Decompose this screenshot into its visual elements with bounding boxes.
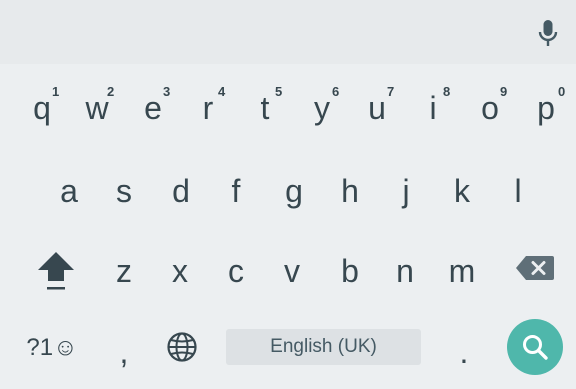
key-label: u: [368, 90, 386, 126]
key-label: o: [481, 90, 499, 126]
key-q[interactable]: 1 q: [22, 85, 62, 131]
key-label: d: [172, 173, 190, 209]
key-hint: 0: [558, 84, 566, 99]
key-label: r: [202, 90, 214, 126]
key-label: s: [116, 173, 132, 209]
search-key[interactable]: [507, 319, 563, 375]
key-x[interactable]: x: [160, 248, 200, 294]
space-key[interactable]: English (UK): [226, 329, 421, 365]
period-label: .: [459, 334, 469, 370]
key-label: p: [537, 90, 555, 126]
key-label: c: [228, 253, 244, 289]
key-c[interactable]: c: [216, 248, 256, 294]
shift-arrow-icon: [38, 252, 74, 290]
key-label: k: [454, 173, 470, 209]
key-k[interactable]: k: [442, 168, 482, 214]
key-label: l: [514, 173, 522, 209]
key-hint: 8: [443, 84, 451, 99]
key-label: x: [172, 253, 188, 289]
globe-icon: [167, 332, 197, 362]
key-l[interactable]: l: [498, 168, 538, 214]
key-p[interactable]: 0 p: [526, 85, 566, 131]
comma-key[interactable]: ,: [106, 330, 142, 374]
key-d[interactable]: d: [161, 168, 201, 214]
key-label: e: [144, 90, 162, 126]
symbols-key[interactable]: ?1☺: [22, 326, 82, 370]
symbols-label: ?1☺: [26, 334, 78, 361]
space-label: English (UK): [270, 336, 377, 357]
key-hint: 7: [387, 84, 395, 99]
key-hint: 5: [275, 84, 283, 99]
key-label: z: [116, 253, 132, 289]
key-label: m: [448, 253, 476, 289]
key-b[interactable]: b: [330, 248, 370, 294]
comma-label: ,: [119, 334, 129, 370]
key-label: q: [33, 90, 51, 126]
key-h[interactable]: h: [330, 168, 370, 214]
backspace-icon: [516, 256, 554, 280]
key-f[interactable]: f: [216, 168, 256, 214]
key-label: g: [285, 173, 303, 209]
key-i[interactable]: 8 i: [413, 85, 453, 131]
key-w[interactable]: 2 w: [77, 85, 117, 131]
key-label: v: [284, 253, 300, 289]
key-label: t: [260, 90, 270, 126]
key-u[interactable]: 7 u: [357, 85, 397, 131]
shift-key[interactable]: [30, 245, 82, 295]
key-g[interactable]: g: [274, 168, 314, 214]
search-icon: [523, 335, 548, 360]
voice-input-key[interactable]: [530, 14, 566, 54]
key-s[interactable]: s: [104, 168, 144, 214]
key-j[interactable]: j: [386, 168, 426, 214]
key-o[interactable]: 9 o: [470, 85, 510, 131]
backspace-key[interactable]: [510, 250, 560, 286]
key-label: w: [85, 90, 109, 126]
key-t[interactable]: 5 t: [245, 85, 285, 131]
microphone-icon: [538, 20, 558, 46]
key-label: h: [341, 173, 359, 209]
key-m[interactable]: m: [442, 248, 482, 294]
key-z[interactable]: z: [104, 248, 144, 294]
key-n[interactable]: n: [385, 248, 425, 294]
language-key[interactable]: [160, 326, 204, 368]
key-label: n: [396, 253, 414, 289]
key-hint: 6: [332, 84, 340, 99]
suggestion-bar: [0, 0, 576, 64]
period-key[interactable]: .: [446, 330, 482, 374]
key-hint: 1: [52, 84, 60, 99]
key-e[interactable]: 3 e: [133, 85, 173, 131]
key-hint: 9: [500, 84, 508, 99]
key-label: i: [429, 90, 437, 126]
key-label: f: [231, 173, 241, 209]
key-v[interactable]: v: [272, 248, 312, 294]
key-hint: 3: [163, 84, 171, 99]
key-r[interactable]: 4 r: [188, 85, 228, 131]
key-label: b: [341, 253, 359, 289]
key-label: a: [60, 173, 78, 209]
key-a[interactable]: a: [49, 168, 89, 214]
key-label: j: [402, 173, 410, 209]
key-hint: 2: [107, 84, 115, 99]
key-hint: 4: [218, 84, 226, 99]
key-label: y: [314, 90, 330, 126]
key-y[interactable]: 6 y: [302, 85, 342, 131]
